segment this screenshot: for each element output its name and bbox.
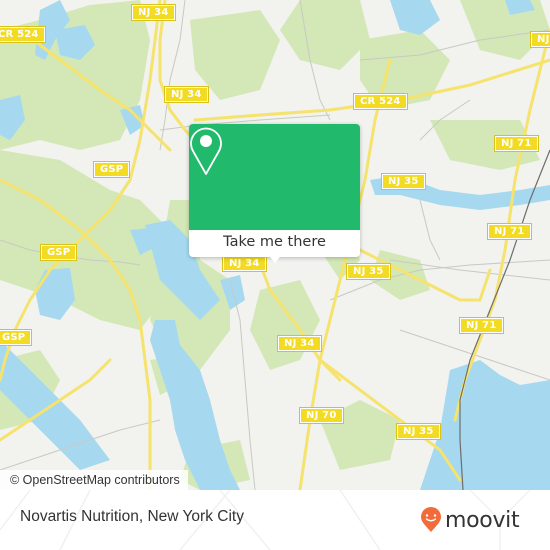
moovit-wordmark: moovit (445, 507, 520, 533)
map-canvas[interactable]: NJ 34 CR 524 NJ 34 CR 524 NJ NJ 71 NJ 35… (0, 0, 550, 490)
route-shield: NJ 35 (381, 173, 426, 190)
take-me-there-button[interactable]: Take me there (189, 230, 360, 257)
location-popup[interactable]: Take me there (189, 124, 360, 263)
route-shield: NJ 35 (396, 423, 441, 440)
route-shield: NJ 34 (222, 255, 267, 272)
route-shield: NJ 34 (164, 86, 209, 103)
route-shield: GSP (92, 161, 131, 178)
route-shield: GSP (39, 244, 78, 261)
route-shield: NJ 71 (487, 223, 532, 240)
footer-bar: Novartis Nutrition, New York City moovit (0, 490, 550, 550)
moovit-smile-pin-icon (421, 507, 441, 532)
place-name: Novartis Nutrition, New York City (20, 508, 244, 525)
route-shield: GSP (0, 329, 33, 346)
popup-header[interactable] (189, 124, 360, 230)
route-shield: NJ (530, 31, 550, 48)
route-shield: CR 524 (353, 93, 408, 110)
location-pin-icon (190, 127, 222, 175)
route-shield: NJ 34 (277, 335, 322, 352)
route-shield: NJ 71 (459, 317, 504, 334)
route-shield: NJ 35 (346, 263, 391, 280)
route-shield: CR 524 (0, 26, 46, 43)
route-shield: NJ 71 (494, 135, 539, 152)
route-shield: NJ 34 (131, 4, 176, 21)
moovit-logo[interactable]: moovit (420, 503, 520, 537)
route-shield: NJ 70 (299, 407, 344, 424)
map-attribution[interactable]: © OpenStreetMap contributors (0, 470, 188, 490)
